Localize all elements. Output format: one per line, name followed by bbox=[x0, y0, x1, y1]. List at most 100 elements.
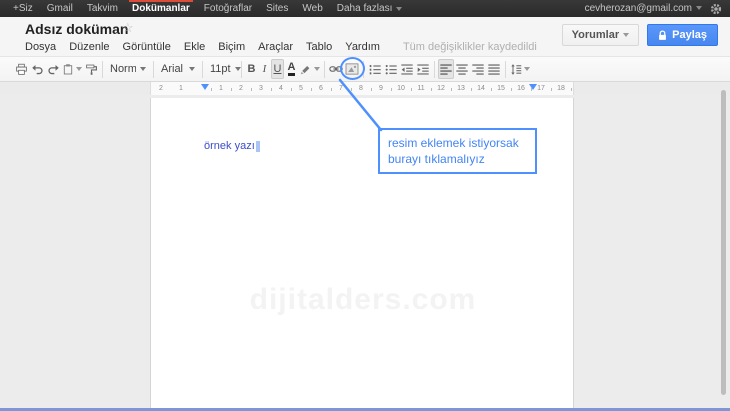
comments-button[interactable]: Yorumlar bbox=[562, 24, 639, 46]
google-topbar: +Siz Gmail Takvim Dokümanlar Fotoğraflar… bbox=[0, 0, 730, 17]
font-dropdown[interactable]: Arial bbox=[157, 59, 199, 79]
toolbar-separator bbox=[241, 61, 242, 78]
header-buttons: Yorumlar Paylaş bbox=[562, 24, 718, 46]
chevron-down-icon bbox=[696, 6, 702, 10]
ruler-tick bbox=[371, 88, 372, 91]
topbar-nav: +Siz Gmail Takvim Dokümanlar Fotoğraflar… bbox=[0, 0, 409, 17]
ruler-number: 15 bbox=[497, 85, 505, 92]
toolbar-separator bbox=[434, 61, 435, 78]
topbar-item-plus-you[interactable]: +Siz bbox=[6, 0, 40, 17]
text-color-button[interactable]: A bbox=[284, 59, 299, 79]
topbar-item-more[interactable]: Daha fazlası bbox=[330, 0, 410, 17]
ruler-number: 18 bbox=[557, 85, 565, 92]
insert-link-button[interactable] bbox=[328, 59, 344, 79]
ruler-number: 11 bbox=[417, 85, 424, 92]
ruler-tick bbox=[251, 88, 252, 91]
align-left-button[interactable] bbox=[438, 59, 454, 79]
insert-image-button[interactable] bbox=[344, 59, 360, 79]
left-indent-marker[interactable] bbox=[201, 84, 209, 90]
ruler-tick bbox=[491, 88, 492, 91]
share-button[interactable]: Paylaş bbox=[647, 24, 718, 46]
gear-icon[interactable] bbox=[708, 2, 724, 16]
topbar-item-sites[interactable]: Sites bbox=[259, 0, 295, 17]
document-canvas[interactable]: dijitalders.com örnek yazı resim eklemek… bbox=[0, 95, 730, 411]
chevron-down-icon bbox=[396, 7, 402, 11]
redo-button[interactable] bbox=[45, 59, 61, 79]
vertical-scrollbar[interactable] bbox=[721, 90, 726, 395]
ruler-number: 2 bbox=[239, 85, 243, 92]
outdent-button[interactable] bbox=[399, 59, 415, 79]
ruler-number: 5 bbox=[299, 85, 303, 92]
chevron-down-icon bbox=[623, 33, 629, 37]
save-status: Tüm değişiklikler kaydedildi bbox=[403, 41, 537, 53]
ruler-number: 7 bbox=[339, 85, 343, 92]
right-indent-marker[interactable] bbox=[529, 84, 537, 90]
ruler-number: 14 bbox=[477, 85, 485, 92]
ruler-tick bbox=[351, 88, 352, 91]
document-text[interactable]: örnek yazı bbox=[204, 140, 260, 152]
toolbar-separator bbox=[102, 61, 103, 78]
document-header: Adsız doküman ☆ Dosya Düzenle Görüntüle … bbox=[0, 17, 730, 56]
ruler-tick bbox=[311, 88, 312, 91]
menu-view[interactable]: Görüntüle bbox=[123, 41, 171, 53]
document-title[interactable]: Adsız doküman bbox=[25, 21, 128, 37]
menu-file[interactable]: Dosya bbox=[25, 41, 56, 53]
print-button[interactable] bbox=[13, 59, 29, 79]
toolbar-separator bbox=[505, 61, 506, 78]
font-size-dropdown[interactable]: 11pt bbox=[206, 59, 238, 79]
ruler-number: 16 bbox=[517, 85, 525, 92]
ruler-tick bbox=[511, 88, 512, 91]
ruler-number: 9 bbox=[379, 85, 383, 92]
ruler-number: 2 bbox=[159, 85, 163, 92]
ruler-number: 1 bbox=[219, 85, 223, 92]
bold-button[interactable]: B bbox=[245, 59, 258, 79]
ruler-number: 13 bbox=[457, 85, 465, 92]
web-clipboard-button[interactable] bbox=[61, 59, 83, 79]
indent-button[interactable] bbox=[415, 59, 431, 79]
toolbar-separator bbox=[324, 61, 325, 78]
bulleted-list-button[interactable] bbox=[383, 59, 399, 79]
menu-insert[interactable]: Ekle bbox=[184, 41, 205, 53]
underline-button[interactable]: U bbox=[271, 59, 284, 79]
ruler-tick bbox=[471, 88, 472, 91]
align-center-button[interactable] bbox=[454, 59, 470, 79]
topbar-item-calendar[interactable]: Takvim bbox=[80, 0, 125, 17]
topbar-item-photos[interactable]: Fotoğraflar bbox=[197, 0, 259, 17]
ruler-tick bbox=[211, 88, 212, 91]
ruler-tick bbox=[411, 88, 412, 91]
ruler-number: 8 bbox=[359, 85, 363, 92]
menu-help[interactable]: Yardım bbox=[345, 41, 380, 53]
ruler-tick bbox=[391, 88, 392, 91]
chevron-down-icon bbox=[76, 67, 82, 71]
italic-button[interactable]: I bbox=[258, 59, 271, 79]
ruler[interactable]: 21123456789101112131415161718 bbox=[0, 82, 730, 95]
menu-table[interactable]: Tablo bbox=[306, 41, 332, 53]
topbar-item-gmail[interactable]: Gmail bbox=[40, 0, 80, 17]
ruler-number: 3 bbox=[259, 85, 263, 92]
styles-dropdown[interactable]: Normal m... bbox=[106, 59, 150, 79]
ruler-page-band: 21123456789101112131415161718 bbox=[150, 82, 574, 95]
topbar-item-web[interactable]: Web bbox=[295, 0, 329, 17]
menu-format[interactable]: Biçim bbox=[218, 41, 245, 53]
ruler-tick bbox=[291, 88, 292, 91]
undo-button[interactable] bbox=[29, 59, 45, 79]
ruler-number: 17 bbox=[537, 85, 545, 92]
account-email[interactable]: cevherozan@gmail.com bbox=[579, 3, 708, 14]
ruler-number: 1 bbox=[179, 85, 183, 92]
menu-edit[interactable]: Düzenle bbox=[69, 41, 109, 53]
toolbar-separator bbox=[153, 61, 154, 78]
chevron-down-icon bbox=[524, 67, 530, 71]
align-right-button[interactable] bbox=[470, 59, 486, 79]
menu-tools[interactable]: Araçlar bbox=[258, 41, 293, 53]
ruler-number: 10 bbox=[397, 85, 405, 92]
highlight-color-button[interactable] bbox=[299, 59, 321, 79]
ruler-tick bbox=[551, 88, 552, 91]
topbar-account-area: cevherozan@gmail.com bbox=[579, 0, 730, 17]
line-spacing-button[interactable] bbox=[509, 59, 531, 79]
numbered-list-button[interactable] bbox=[367, 59, 383, 79]
star-icon[interactable]: ☆ bbox=[122, 20, 134, 36]
ruler-number: 12 bbox=[437, 85, 445, 92]
paint-format-button[interactable] bbox=[83, 59, 99, 79]
align-justify-button[interactable] bbox=[486, 59, 502, 79]
topbar-item-documents[interactable]: Dokümanlar bbox=[125, 0, 197, 17]
